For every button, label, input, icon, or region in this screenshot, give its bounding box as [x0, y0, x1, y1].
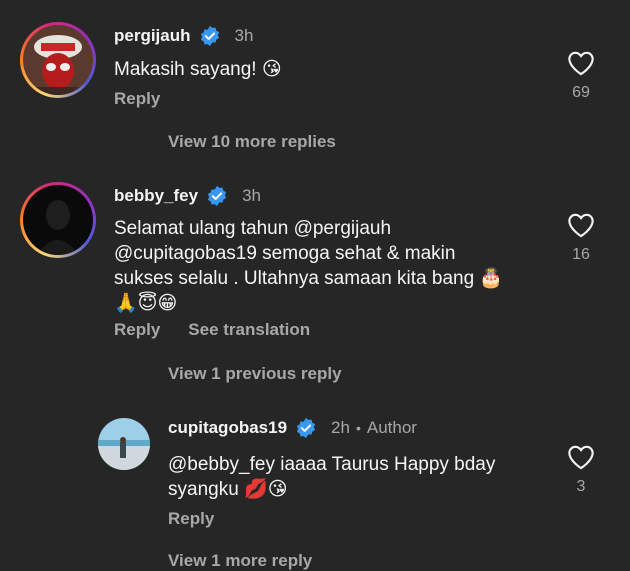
view-more-reply-button[interactable]: View 1 more reply [168, 551, 312, 571]
reply-button[interactable]: Reply [114, 89, 160, 109]
like-count: 69 [572, 84, 590, 101]
author-badge: Author [366, 418, 417, 437]
comment-text: @bebby_fey iaaaa Taurus Happy bday syang… [168, 452, 548, 502]
reply-button[interactable]: Reply [114, 320, 160, 340]
verified-badge-icon [206, 185, 228, 207]
heart-icon [568, 213, 594, 238]
like-button[interactable]: 16 [561, 212, 601, 264]
heart-icon [568, 445, 594, 470]
avatar-photo-icon [98, 418, 150, 470]
comment-text-line: 🙏😇😁 [114, 293, 178, 314]
separator-dot: • [355, 420, 361, 436]
view-more-replies-button[interactable]: View 10 more replies [168, 132, 336, 152]
like-button[interactable]: 3 [561, 444, 601, 496]
comment-time: 3h [242, 186, 262, 205]
avatar-photo-icon [23, 25, 93, 95]
comment-time: 3h [234, 26, 254, 45]
avatar-bebby-fey[interactable] [20, 182, 96, 258]
avatar-photo-icon [23, 185, 93, 255]
comment-text-line: @bebby_fey iaaaa Taurus Happy bday [168, 454, 496, 475]
comment-text-line: syangku 💋😘 [168, 479, 288, 500]
avatar-image [23, 25, 93, 95]
comment-text-line: sukses selalu . Ultahnya samaan kita ban… [114, 268, 504, 289]
reply-button[interactable]: Reply [168, 509, 214, 529]
comment-username[interactable]: bebby_fey [114, 186, 198, 206]
see-translation-button[interactable]: See translation [188, 320, 310, 340]
verified-badge-icon [295, 417, 317, 439]
view-previous-reply-button[interactable]: View 1 previous reply [168, 364, 342, 384]
comment-username[interactable]: cupitagobas19 [168, 418, 287, 438]
like-button[interactable]: 69 [561, 50, 601, 102]
like-count: 16 [572, 246, 590, 263]
avatar-pergijauh[interactable] [20, 22, 96, 98]
verified-badge-icon [199, 25, 221, 47]
avatar-image [23, 185, 93, 255]
comment-username[interactable]: pergijauh [114, 26, 191, 46]
avatar-image [98, 418, 150, 470]
comment-text-line: @cupitagobas19 semoga sehat & makin [114, 243, 456, 264]
avatar-cupitagobas19[interactable] [98, 418, 150, 470]
comment-text: Selamat ulang tahun @pergijauh @cupitago… [114, 216, 534, 316]
comment-text: Makasih sayang! 😘 [114, 59, 282, 80]
heart-icon [568, 51, 594, 76]
comment-time: 2h [331, 418, 350, 437]
comment-text-line: Selamat ulang tahun @pergijauh [114, 218, 392, 239]
like-count: 3 [576, 478, 586, 495]
